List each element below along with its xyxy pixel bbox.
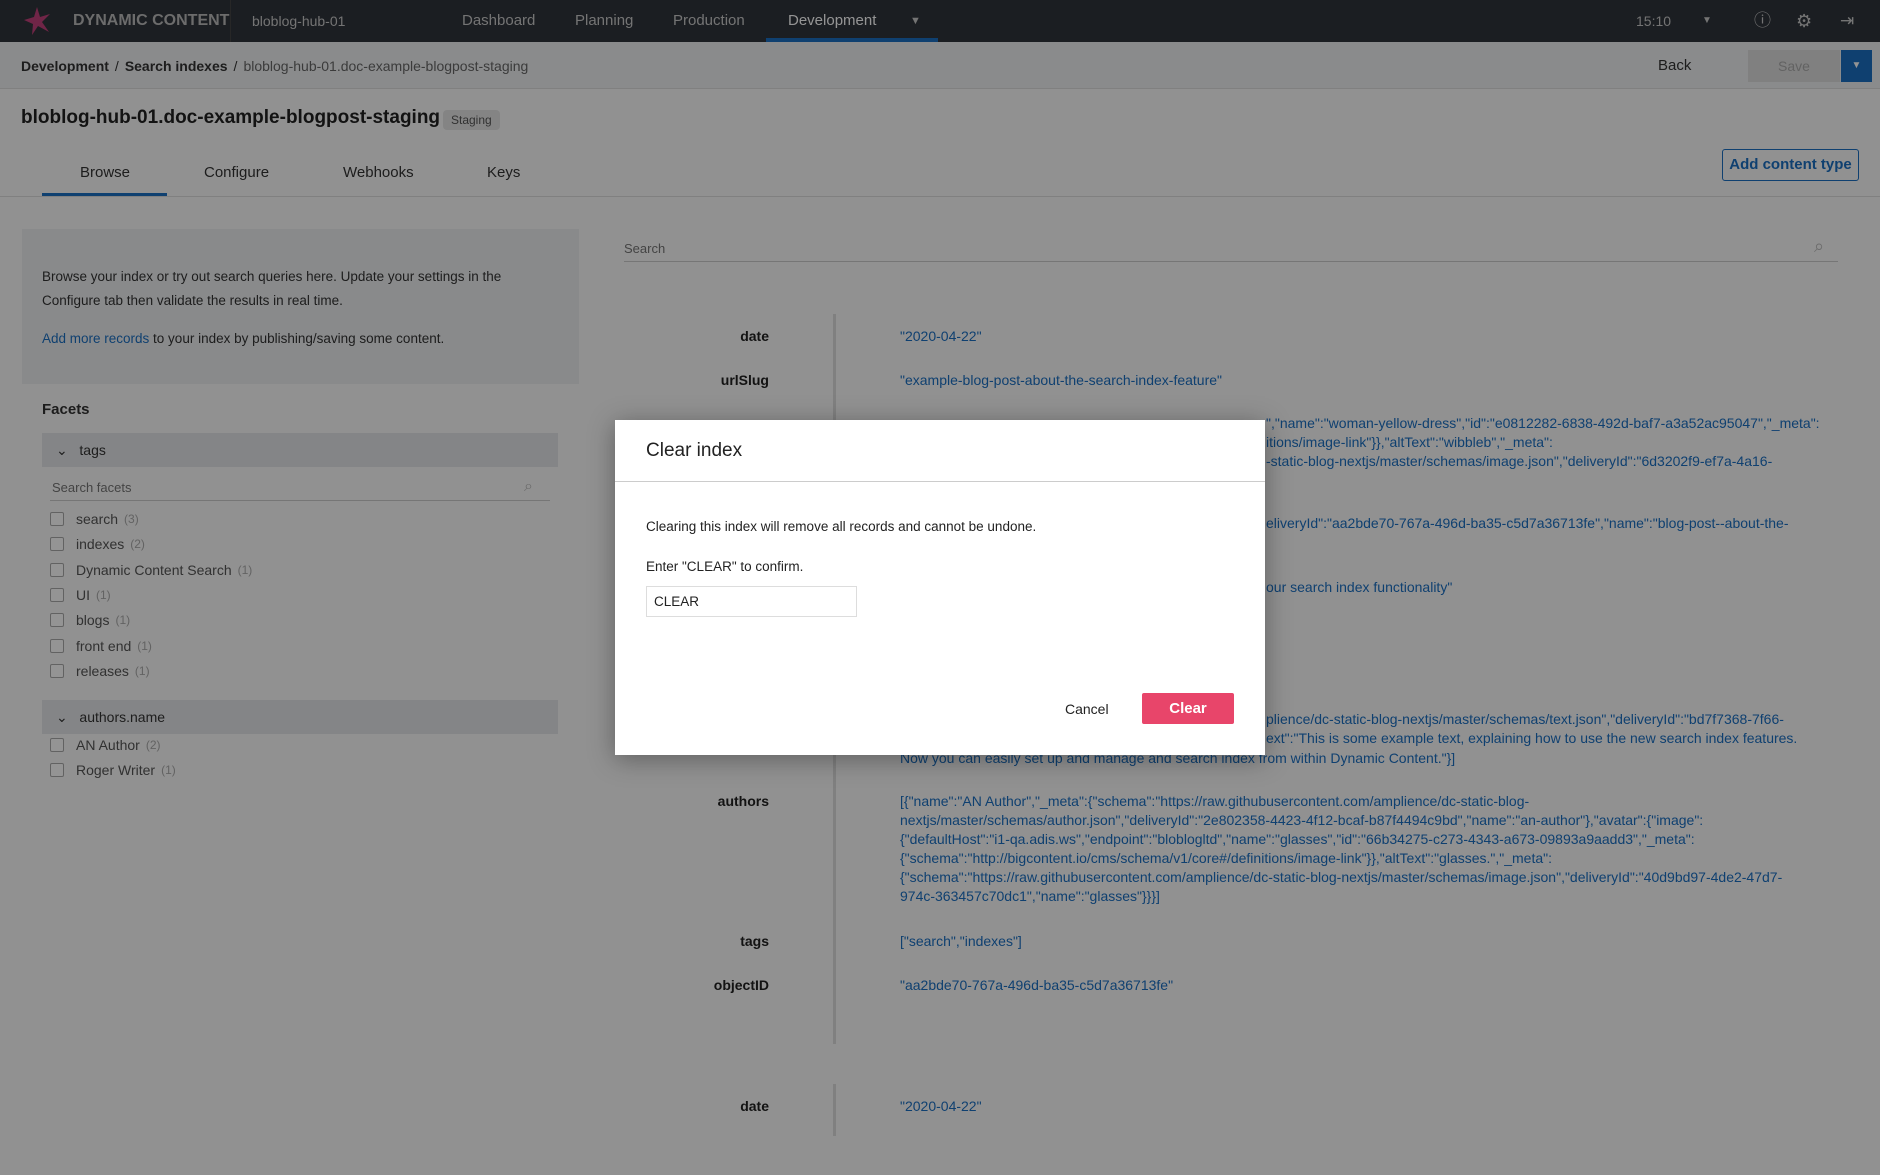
dialog-message: Clearing this index will remove all reco… — [646, 519, 1037, 534]
cancel-button[interactable]: Cancel — [1065, 701, 1109, 717]
confirm-prompt: Enter "CLEAR" to confirm. — [646, 559, 804, 574]
clear-index-dialog: Clear index Clearing this index will rem… — [615, 420, 1265, 755]
confirm-input[interactable] — [646, 586, 857, 617]
dialog-title: Clear index — [646, 440, 743, 461]
clear-button[interactable]: Clear — [1142, 693, 1234, 724]
